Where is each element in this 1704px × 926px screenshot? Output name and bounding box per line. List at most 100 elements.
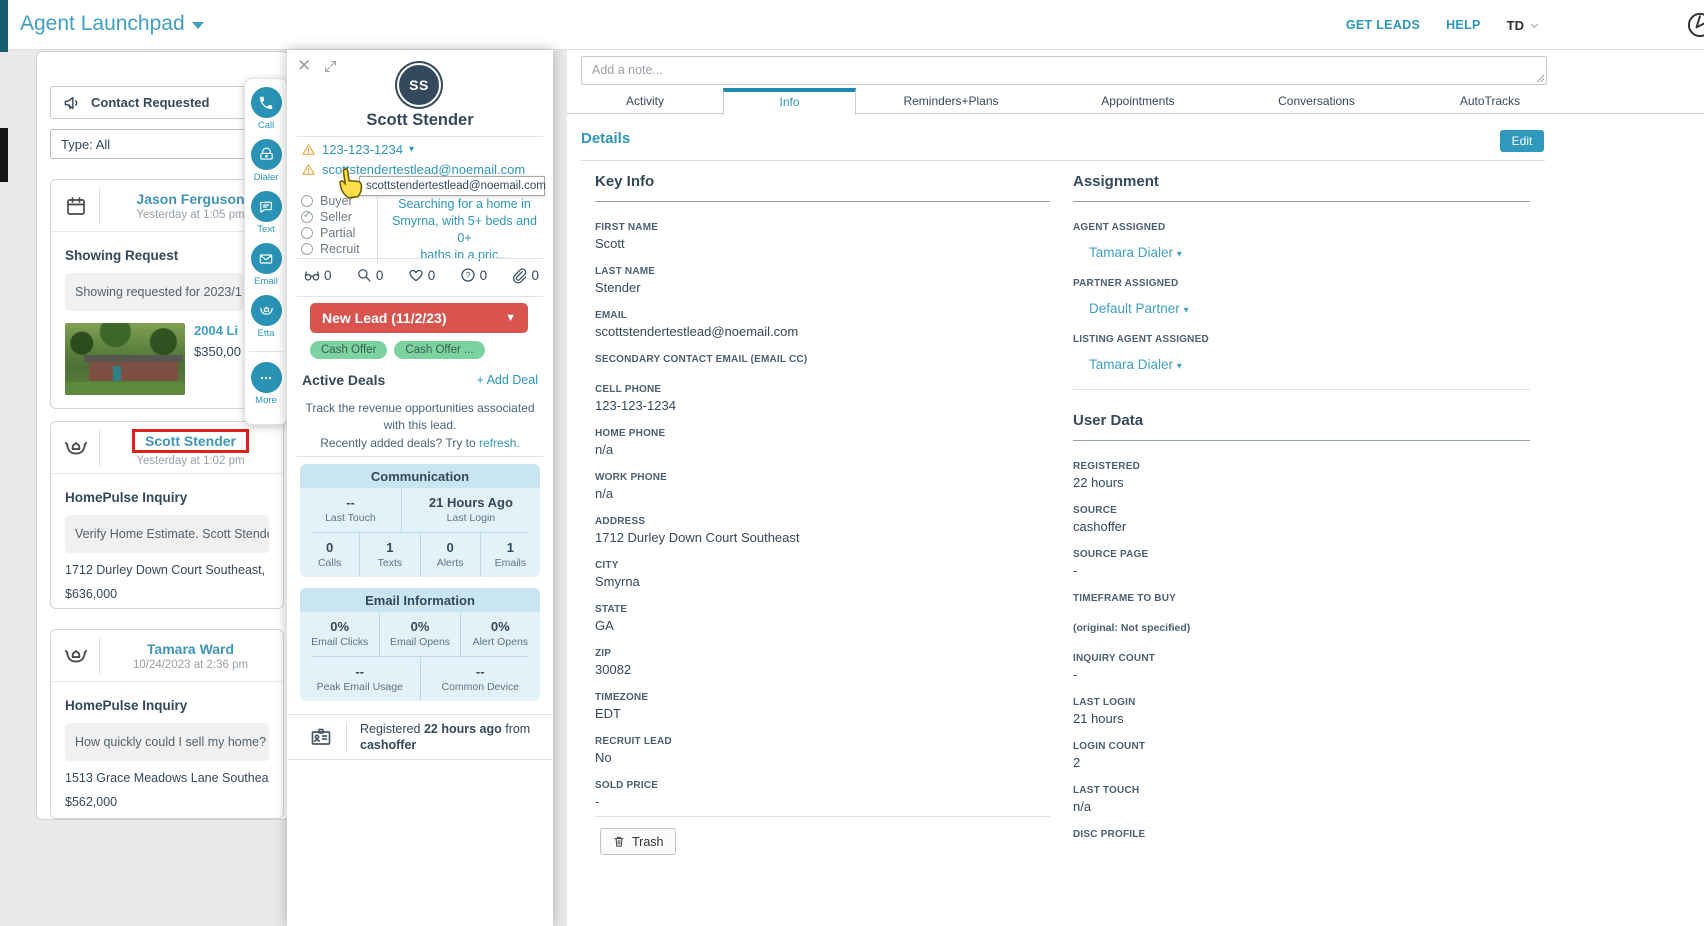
- call-button[interactable]: Call: [251, 87, 282, 131]
- get-leads-link[interactable]: GET LEADS: [1346, 18, 1420, 32]
- radio-icon: [301, 195, 313, 207]
- close-icon[interactable]: ✕: [297, 56, 311, 76]
- top-nav: GET LEADS HELP TD: [1346, 0, 1540, 50]
- phone-row: 123-123-1234 ▾: [301, 142, 414, 157]
- tab-conversations[interactable]: Conversations: [1230, 88, 1403, 114]
- email-button[interactable]: Email: [251, 243, 282, 287]
- search-summary[interactable]: Searching for a home in Smyrna, with 5+ …: [377, 196, 545, 264]
- edit-button[interactable]: Edit: [1500, 130, 1544, 152]
- support-orb-icon[interactable]: [1686, 11, 1704, 39]
- heart-icon: [407, 266, 425, 284]
- listing-agent-assigned-dropdown[interactable]: Tamara Dialer ▾: [1073, 357, 1530, 372]
- note-input[interactable]: [581, 56, 1547, 85]
- add-deal-link[interactable]: + Add Deal: [476, 373, 538, 387]
- radio-recruit[interactable]: Recruit: [301, 241, 360, 256]
- field-partner-assigned: PARTNER ASSIGNED Default Partner ▾: [1073, 277, 1530, 316]
- partner-assigned-dropdown[interactable]: Default Partner ▾: [1073, 301, 1530, 316]
- tab-reminders-plans[interactable]: Reminders+Plans: [856, 88, 1046, 114]
- communication-box: Communication -- Last Touch 21 Hours Ago…: [300, 464, 540, 577]
- stat-views[interactable]: 0: [303, 266, 332, 284]
- listing-price: $350,00: [194, 344, 241, 359]
- field-cell-phone: CELL PHONE123-123-1234: [595, 383, 1050, 414]
- stat-favorites[interactable]: 0: [407, 266, 436, 284]
- refresh-link[interactable]: refresh.: [479, 436, 520, 450]
- chevron-down-icon[interactable]: ▾: [409, 144, 414, 155]
- chevron-down-icon: [192, 22, 204, 29]
- last-touch-cell: -- Last Touch: [300, 488, 401, 532]
- radio-partial[interactable]: Partial: [301, 225, 360, 240]
- email-information-title: Email Information: [300, 588, 540, 612]
- avatar: SS: [397, 63, 441, 107]
- lead-status-dropdown[interactable]: New Lead (11/2/23) ▼: [310, 303, 528, 333]
- tab-info[interactable]: Info: [723, 88, 856, 115]
- card-subject: Showing Request: [65, 248, 269, 263]
- card-message: Verify Home Estimate. Scott Stender ha: [65, 515, 269, 553]
- field-inquiry-count: INQUIRY COUNT-: [1073, 652, 1530, 683]
- tab-appointments[interactable]: Appointments: [1046, 88, 1230, 114]
- alerts-cell: 0 Alerts: [420, 533, 480, 577]
- help-link[interactable]: HELP: [1446, 18, 1481, 32]
- card-address: 1513 Grace Meadows Lane Southeast, Sm: [65, 771, 269, 785]
- lead-card-scott-stender: Scott Stender Yesterday at 1:02 pm HomeP…: [50, 421, 284, 609]
- active-deals-title: Active Deals: [302, 372, 385, 388]
- tab-activity[interactable]: Activity: [567, 88, 723, 114]
- key-info-section: Key Info FIRST NAMEScott LAST NAMEStende…: [595, 173, 1050, 823]
- etta-button[interactable]: Etta: [251, 295, 282, 339]
- resize-grip-icon[interactable]: [1536, 74, 1545, 83]
- toolbar-divider: [249, 351, 283, 352]
- stat-inquiries[interactable]: ? 0: [459, 266, 488, 284]
- field-email: EMAILscottstendertestlead@noemail.com: [595, 309, 1050, 340]
- user-menu[interactable]: TD: [1507, 18, 1540, 33]
- stat-searches[interactable]: 0: [355, 266, 384, 284]
- tag-cash-offer-2[interactable]: Cash Offer ...: [394, 341, 484, 359]
- email-opens-cell: 0% Email Opens: [379, 612, 459, 656]
- field-last-touch: LAST TOUCHn/a: [1073, 784, 1530, 815]
- radio-seller[interactable]: ✓ Seller: [301, 209, 360, 224]
- field-source: SOURCEcashoffer: [1073, 504, 1530, 535]
- svg-text:?: ?: [465, 271, 470, 280]
- listing-link[interactable]: 2004 Li: [194, 323, 241, 338]
- warning-icon: [301, 162, 316, 177]
- details-title: Details: [581, 130, 630, 147]
- lead-card-tamara-ward: Tamara Ward 10/24/2023 at 2:36 pm HomePu…: [50, 629, 284, 819]
- card-subject: HomePulse Inquiry: [65, 698, 269, 713]
- agent-assigned-dropdown[interactable]: Tamara Dialer ▾: [1073, 245, 1530, 260]
- tag-cash-offer[interactable]: Cash Offer: [310, 341, 387, 359]
- search-icon: [355, 266, 373, 284]
- radio-icon: [301, 243, 313, 255]
- texts-cell: 1 Texts: [359, 533, 419, 577]
- field-secondary-contact-email: SECONDARY CONTACT EMAIL (EMAIL CC): [595, 353, 1050, 370]
- common-device-cell: -- Common Device: [420, 657, 541, 701]
- registration-row: Registered 22 hours ago from cashoffer: [287, 714, 553, 760]
- lead-name-link-highlighted[interactable]: Scott Stender: [132, 429, 249, 453]
- user-data-title: User Data: [1073, 412, 1530, 441]
- lead-summary-panel: ✕ SS Scott Stender 123-123-1234 ▾ scotts…: [287, 50, 553, 926]
- chevron-down-icon: [1529, 20, 1540, 31]
- radio-icon: [301, 227, 313, 239]
- warning-icon: [301, 142, 316, 157]
- peak-email-usage-cell: -- Peak Email Usage: [300, 657, 420, 701]
- radio-checked-icon: ✓: [301, 211, 313, 223]
- emails-cell: 1 Emails: [480, 533, 540, 577]
- text-button[interactable]: Text: [251, 191, 282, 235]
- homepulse-icon: [63, 643, 89, 669]
- lead-name-link[interactable]: Tamara Ward: [110, 641, 271, 657]
- tab-autotracks[interactable]: AutoTracks: [1403, 88, 1577, 114]
- glasses-icon: [303, 266, 321, 284]
- stat-attachments[interactable]: 0: [510, 266, 539, 284]
- expand-icon[interactable]: [323, 59, 338, 74]
- note-original-not-specified: (original: Not specified): [1073, 622, 1530, 639]
- more-button[interactable]: More: [251, 362, 282, 406]
- chat-bubble-icon: [258, 199, 274, 215]
- listing-photo[interactable]: [65, 323, 185, 395]
- dialer-button[interactable]: Dialer: [251, 139, 282, 183]
- trash-button[interactable]: Trash: [600, 828, 676, 855]
- detail-tabs: Activity Info Reminders+Plans Appointmen…: [567, 88, 1704, 114]
- app-switcher[interactable]: Agent Launchpad: [20, 12, 204, 36]
- field-registered: REGISTERED22 hours: [1073, 460, 1530, 491]
- phone-link[interactable]: 123-123-1234: [322, 142, 403, 157]
- field-timezone: TIMEZONEEDT: [595, 691, 1050, 722]
- field-home-phone: HOME PHONEn/a: [595, 427, 1050, 458]
- trash-icon: [612, 834, 626, 849]
- activity-stats: 0 0 0 ? 0 0: [297, 266, 545, 284]
